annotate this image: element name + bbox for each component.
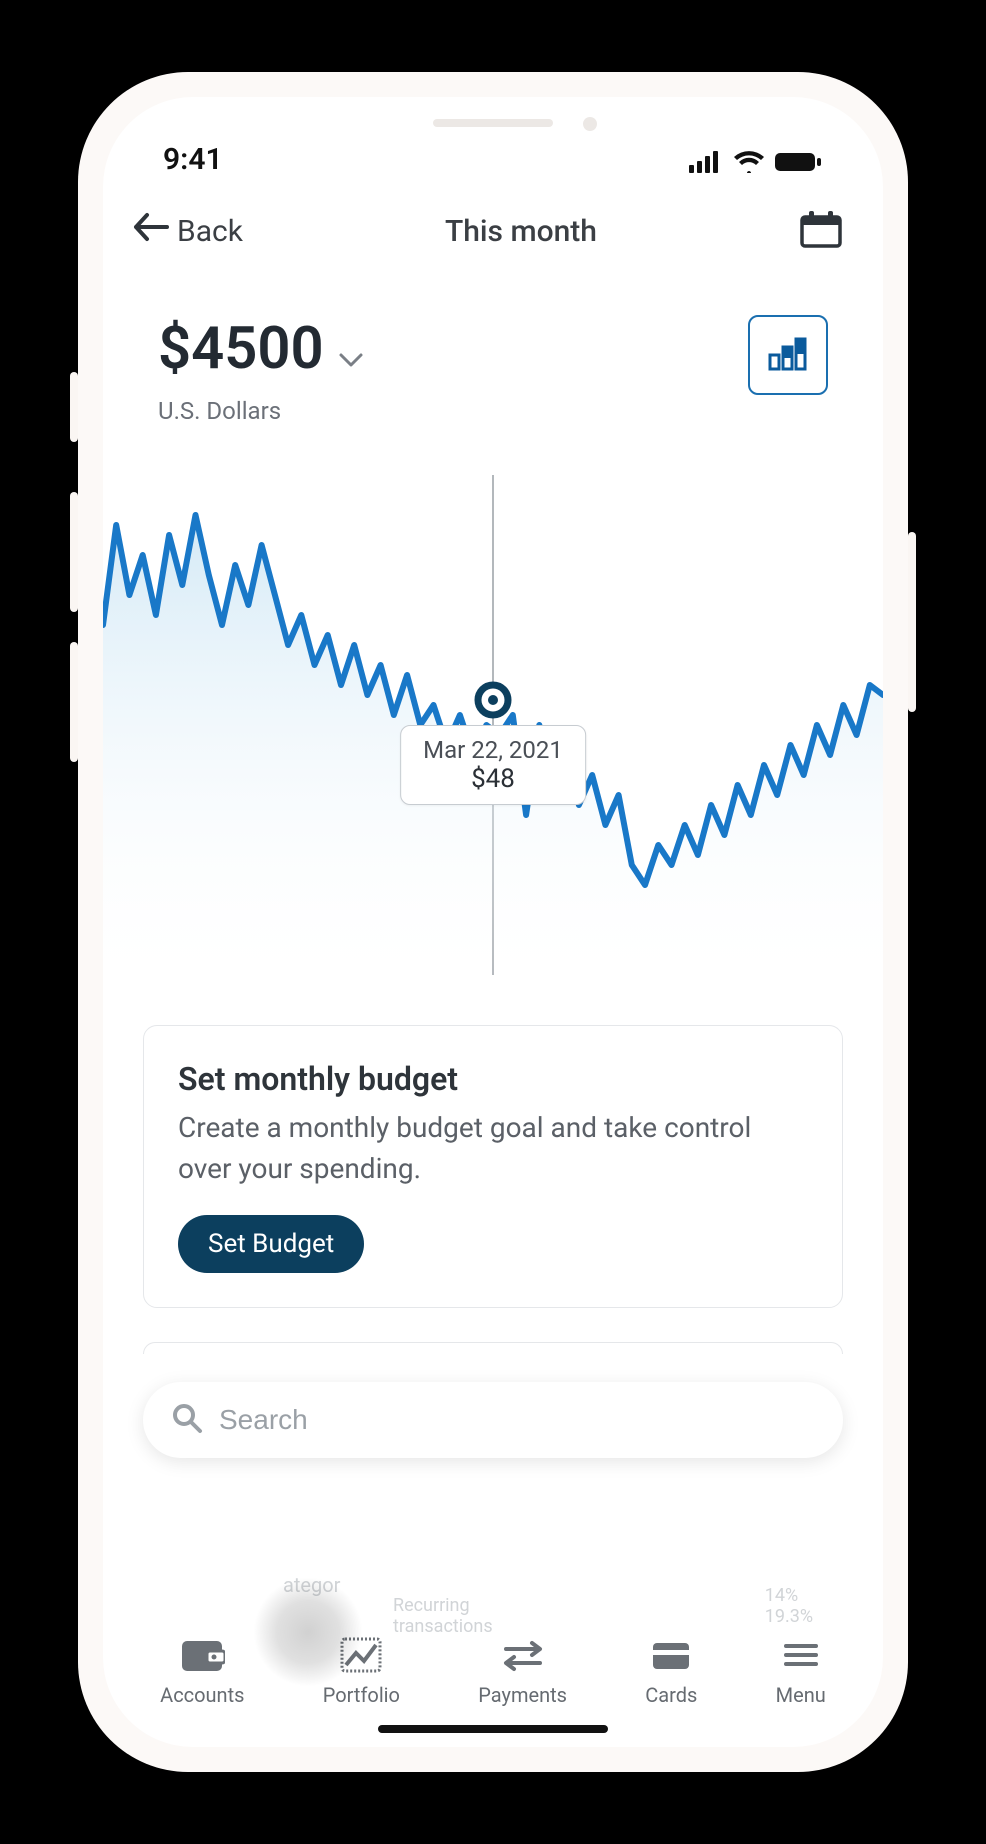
tooltip-date: Mar 22, 2021 — [423, 736, 563, 764]
bottom-nav: ategor Recurringtransactions 14%19.3% Ac… — [103, 1613, 883, 1747]
budget-card-description: Create a monthly budget goal and take co… — [178, 1108, 808, 1189]
portfolio-icon — [338, 1635, 384, 1675]
nav-label: Payments — [478, 1683, 567, 1707]
balance-currency: U.S. Dollars — [158, 397, 364, 425]
cellular-icon — [689, 151, 723, 177]
nav-label: Accounts — [160, 1683, 244, 1707]
card-icon — [648, 1635, 694, 1675]
calendar-button[interactable] — [799, 209, 843, 253]
search-icon — [171, 1402, 203, 1438]
bar-chart-icon — [766, 335, 810, 375]
balance-section: $4500 U.S. Dollars — [103, 275, 883, 425]
status-bar: 9:41 — [103, 97, 883, 187]
menu-icon — [778, 1635, 824, 1675]
nav-label: Cards — [645, 1683, 697, 1707]
nav-label: Portfolio — [323, 1683, 400, 1707]
search-bar[interactable] — [143, 1382, 843, 1458]
arrow-left-icon — [133, 212, 169, 250]
nav-payments[interactable]: Payments — [478, 1635, 567, 1707]
home-indicator — [378, 1725, 608, 1733]
nav-menu[interactable]: Menu — [776, 1635, 826, 1707]
nav-portfolio[interactable]: Portfolio — [323, 1635, 400, 1707]
back-button[interactable]: Back — [133, 212, 243, 250]
nav-label: Menu — [776, 1683, 826, 1707]
search-input[interactable] — [219, 1404, 815, 1436]
header: Back This month — [103, 187, 883, 275]
balance-chart[interactable]: Mar 22, 2021 $48 — [103, 455, 883, 995]
status-icons — [689, 151, 823, 177]
transfer-icon — [500, 1635, 546, 1675]
page-title: This month — [445, 214, 597, 249]
chart-type-toggle[interactable] — [748, 315, 828, 395]
budget-card: Set monthly budget Create a monthly budg… — [143, 1025, 843, 1308]
chart-tooltip: Mar 22, 2021 $48 — [400, 725, 586, 805]
next-card-peek — [143, 1342, 843, 1354]
wallet-icon — [179, 1635, 225, 1675]
calendar-icon — [799, 234, 843, 253]
status-time: 9:41 — [163, 142, 223, 177]
back-label: Back — [177, 214, 243, 249]
budget-card-title: Set monthly budget — [178, 1060, 808, 1098]
chevron-down-icon — [338, 315, 364, 383]
set-budget-button[interactable]: Set Budget — [178, 1215, 364, 1273]
battery-icon — [775, 151, 823, 177]
nav-cards[interactable]: Cards — [645, 1635, 697, 1707]
tooltip-value: $48 — [423, 764, 563, 794]
wifi-icon — [733, 151, 765, 177]
nav-accounts[interactable]: Accounts — [160, 1635, 244, 1707]
balance-amount: $4500 — [158, 315, 324, 383]
balance-dropdown[interactable]: $4500 — [158, 315, 364, 383]
